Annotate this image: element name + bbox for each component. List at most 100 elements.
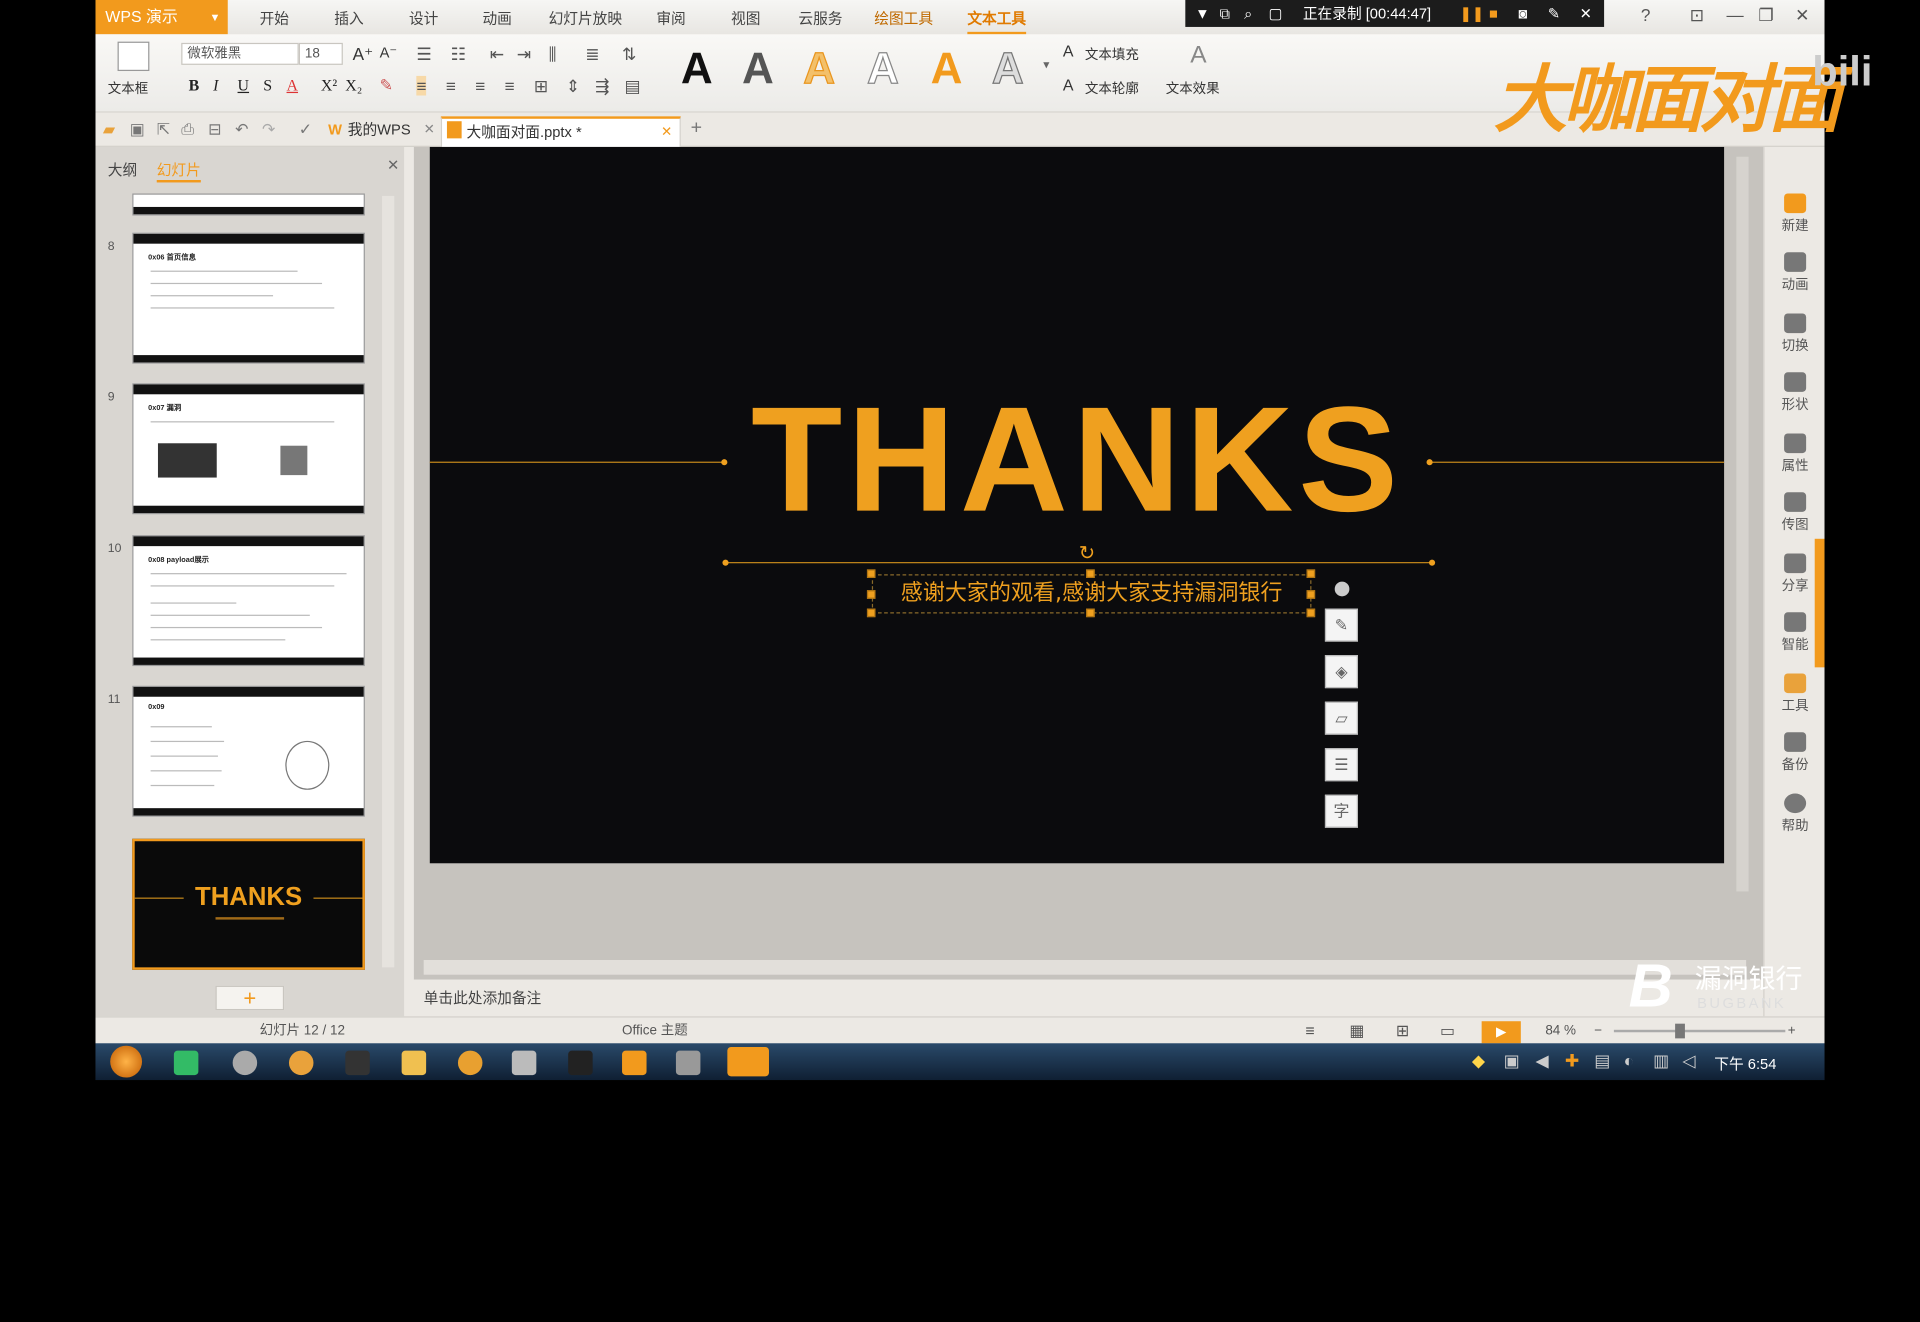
shape-outline-icon[interactable]: ▱	[1324, 701, 1358, 735]
notes-toggle-icon[interactable]: ≡	[1305, 1018, 1314, 1045]
play-slideshow-button[interactable]: ▶	[1481, 1021, 1521, 1044]
pen-icon[interactable]: ✎	[1548, 0, 1560, 27]
slide-canvas[interactable]: THANKS ↻ 感谢大家的观看,感谢大家支持漏洞银行 ✎ ◈ ▱ ☰ 字	[429, 146, 1725, 864]
text-outline-button[interactable]: 文本轮廓	[1085, 78, 1139, 98]
tab-slides[interactable]: 幻灯片	[156, 159, 201, 183]
distribute-icon[interactable]: ⊞	[534, 76, 548, 97]
add-slide-button[interactable]: +	[215, 985, 285, 1011]
menu-text-tools[interactable]: 文本工具	[967, 0, 1027, 35]
shadow-button[interactable]: S	[263, 76, 272, 96]
subscript-button[interactable]: X₂	[345, 76, 362, 96]
slide-thumb-10[interactable]: 0x08 payload展示	[132, 535, 365, 667]
numbered-list-icon[interactable]: ☷	[451, 44, 466, 65]
columns-icon[interactable]: ⫼	[549, 44, 557, 65]
text-fill-icon[interactable]: A	[1063, 42, 1074, 60]
font-color-button[interactable]: A	[287, 76, 298, 96]
bullet-list-icon[interactable]: ☰	[416, 44, 431, 65]
sidebar-tools[interactable]: 工具	[1765, 673, 1826, 715]
open-folder-icon[interactable]: ▰	[103, 120, 115, 140]
paragraph-spacing-icon[interactable]: ⇕	[566, 76, 580, 97]
font-size-select[interactable]: 18	[298, 42, 343, 65]
align-left-icon[interactable]: ≡	[416, 75, 427, 96]
fullscreen-icon[interactable]: ▢	[1269, 0, 1283, 27]
app-icon[interactable]	[622, 1050, 647, 1076]
font-name-select[interactable]: 微软雅黑	[181, 42, 299, 65]
tray-icon[interactable]: ▣	[1504, 1051, 1520, 1072]
text-style-black[interactable]: A	[681, 43, 713, 93]
shrink-font-icon[interactable]: A⁻	[380, 44, 398, 61]
close-tab-icon[interactable]: ✕	[424, 121, 435, 137]
resize-handle[interactable]	[866, 569, 876, 578]
quick-toolbar-toggle-icon[interactable]	[1334, 581, 1350, 597]
tray-icon[interactable]: ◀	[1536, 1051, 1549, 1072]
line-spacing-icon[interactable]: ≣	[585, 44, 599, 65]
zoom-slider-thumb[interactable]	[1675, 1023, 1685, 1039]
edit-shape-icon[interactable]: ✎	[1324, 608, 1358, 642]
grow-font-icon[interactable]: A⁺	[353, 44, 373, 65]
tab-outline[interactable]: 大纲	[108, 159, 137, 180]
chevron-down-icon[interactable]: ▼	[1195, 0, 1210, 27]
resize-handle[interactable]	[866, 608, 876, 618]
increase-indent-icon[interactable]: ⇥	[517, 44, 531, 65]
textbox-button[interactable]: 文本框	[108, 78, 148, 98]
app-icon[interactable]	[568, 1050, 593, 1076]
editor-hscrollbar[interactable]	[423, 960, 1747, 975]
tray-icon[interactable]: ◐	[1624, 1051, 1634, 1071]
sidebar-backup[interactable]: 备份	[1765, 732, 1826, 774]
wps-app-button[interactable]: WPS 演示 ▼	[95, 0, 228, 35]
decrease-indent-icon[interactable]: ⇤	[490, 44, 504, 65]
resize-handle[interactable]	[1306, 569, 1316, 578]
menu-design[interactable]: 设计	[409, 0, 438, 34]
underline-button[interactable]: U	[238, 76, 249, 96]
slide-thumb-12-selected[interactable]: THANKS	[132, 838, 365, 970]
text-style-orange[interactable]: A	[931, 43, 963, 93]
volume-icon[interactable]: ◁	[1682, 1051, 1695, 1072]
text-effect-icon[interactable]: A	[1190, 42, 1206, 70]
menu-home[interactable]: 开始	[260, 0, 289, 34]
clock[interactable]: 下午 6:54	[1714, 1053, 1776, 1074]
menu-view[interactable]: 视图	[731, 0, 760, 34]
slide-sorter-icon[interactable]: ⊞	[1396, 1018, 1409, 1045]
italic-button[interactable]: I	[213, 76, 218, 96]
resize-handle[interactable]	[1086, 608, 1095, 618]
tab-mywps[interactable]: W 我的WPS	[323, 116, 436, 147]
superscript-button[interactable]: X²	[321, 76, 337, 96]
sidebar-animation[interactable]: 动画	[1765, 252, 1826, 294]
text-outline-icon[interactable]: A	[1063, 76, 1074, 94]
resize-handle[interactable]	[1306, 608, 1316, 618]
justify-icon[interactable]: ≡	[504, 76, 514, 96]
zoom-in-icon[interactable]: +	[1788, 1018, 1796, 1045]
sidebar-shape[interactable]: 形状	[1765, 372, 1826, 414]
notes-area[interactable]: 单击此处添加备注	[413, 979, 1764, 1017]
sidebar-transition[interactable]: 切换	[1765, 313, 1826, 355]
close-icon[interactable]: ✕	[1580, 0, 1592, 27]
resize-handle[interactable]	[866, 590, 876, 599]
text-style-gold-outline[interactable]: A	[803, 43, 836, 93]
camera-icon[interactable]: ◙	[1518, 0, 1527, 27]
close-panel-icon[interactable]: ✕	[387, 157, 399, 174]
redo-icon[interactable]: ↷	[262, 120, 275, 140]
help-icon[interactable]: ?	[1641, 5, 1651, 25]
resize-handle[interactable]	[1086, 569, 1095, 578]
tab-document[interactable]: 大咖面对面.pptx * ✕	[440, 116, 681, 147]
media-icon[interactable]	[345, 1050, 370, 1076]
slide-thumb-11[interactable]: 0x09	[132, 685, 365, 817]
align-center-icon[interactable]: ≡	[446, 76, 456, 96]
zoom-out-icon[interactable]: −	[1594, 1018, 1602, 1045]
browser-icon[interactable]	[232, 1050, 258, 1076]
export-icon[interactable]: ⇱	[157, 120, 170, 140]
resize-handle[interactable]	[1306, 590, 1316, 599]
bullet-indent-icon[interactable]: ⇶	[595, 76, 609, 97]
slide-thumb-8[interactable]: 0x06 首页信息	[132, 232, 365, 364]
text-fill-button[interactable]: 文本填充	[1085, 44, 1139, 64]
format-painter-icon[interactable]: ✓	[299, 120, 312, 140]
app-icon[interactable]	[173, 1050, 199, 1076]
zoom-slider[interactable]	[1613, 1029, 1786, 1033]
app-icon[interactable]	[511, 1050, 537, 1076]
sidebar-help[interactable]: 帮助	[1765, 793, 1826, 835]
save-icon[interactable]: ▣	[130, 120, 145, 140]
reading-view-icon[interactable]: ▭	[1440, 1018, 1455, 1045]
slide-title[interactable]: THANKS	[430, 384, 1724, 533]
rotate-handle-icon[interactable]: ↻	[1079, 541, 1095, 565]
text-effect-button[interactable]: 文本效果	[1166, 78, 1220, 98]
